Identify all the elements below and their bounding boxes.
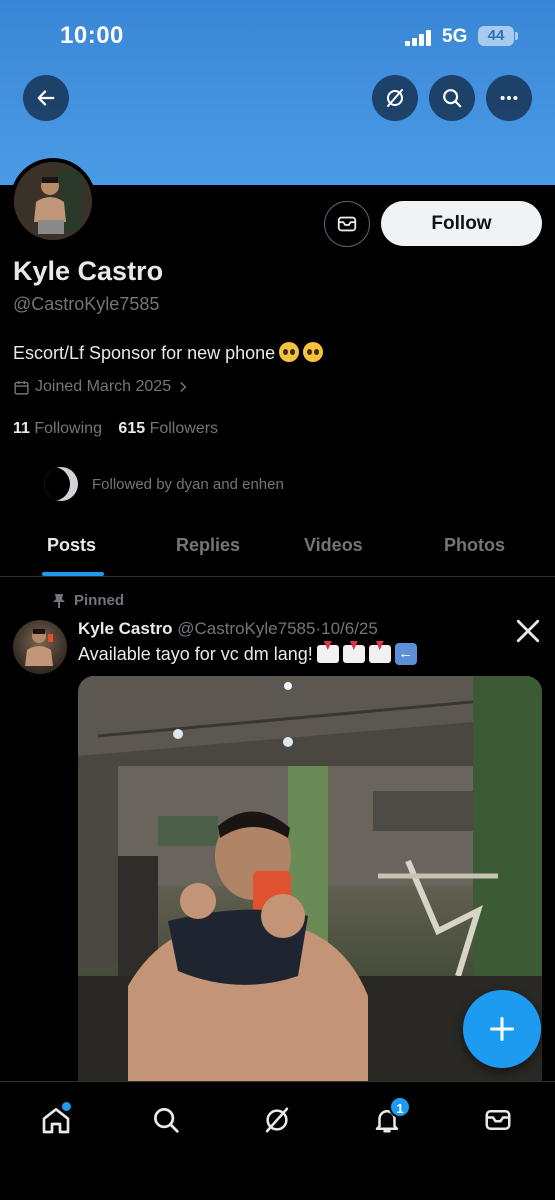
post-author-name[interactable]: Kyle Castro bbox=[78, 619, 172, 638]
more-horizontal-icon bbox=[500, 95, 518, 101]
notification-badge: 1 bbox=[389, 1096, 411, 1118]
profile-handle: @CastroKyle7585 bbox=[13, 294, 160, 314]
more-button[interactable] bbox=[486, 75, 532, 121]
pleading-face-emoji-icon bbox=[303, 342, 324, 362]
pin-icon bbox=[53, 593, 65, 608]
chevron-right-icon bbox=[180, 382, 187, 392]
mail-icon bbox=[485, 1110, 511, 1130]
incoming-envelope-emoji-icon bbox=[368, 645, 391, 663]
followed-by[interactable]: Followed by dyan and enhen bbox=[44, 464, 284, 504]
calendar-icon bbox=[14, 380, 29, 395]
battery-cap bbox=[515, 32, 518, 40]
post-body: Available tayo for vc dm lang! bbox=[78, 643, 313, 664]
arrow-left-icon bbox=[37, 90, 55, 106]
pinned-text: Pinned bbox=[74, 592, 125, 609]
status-time: 10:00 bbox=[60, 22, 124, 49]
battery-icon: 44 bbox=[478, 26, 514, 46]
followers-label: Followers bbox=[149, 420, 219, 437]
post-avatar-photo bbox=[25, 629, 53, 666]
followers-link[interactable]: 615 Followers bbox=[118, 420, 218, 437]
message-button[interactable] bbox=[324, 201, 370, 247]
profile-tabs: Posts Replies Videos Photos bbox=[0, 522, 555, 577]
profile-bio: Escort/Lf Sponsor for new phone bbox=[13, 342, 324, 364]
nav-notifications[interactable]: 1 bbox=[367, 1096, 411, 1140]
grok-button[interactable] bbox=[372, 75, 418, 121]
post-avatar[interactable] bbox=[13, 620, 67, 674]
post-text: Available tayo for vc dm lang! ← bbox=[78, 643, 417, 665]
tab-posts[interactable]: Posts bbox=[47, 535, 96, 556]
followers-count: 615 bbox=[118, 420, 146, 437]
status-bar: 10:00 5G 44 bbox=[0, 0, 555, 75]
post-header: Kyle Castro @CastroKyle7585·10/6/25 bbox=[78, 619, 378, 639]
pinned-label: Pinned bbox=[52, 592, 124, 609]
nav-messages[interactable] bbox=[478, 1100, 518, 1140]
following-label: Following bbox=[34, 420, 102, 437]
profile-avatar[interactable] bbox=[10, 158, 96, 244]
incoming-envelope-emoji-icon bbox=[316, 645, 339, 663]
follow-counts: 11 Following 615 Followers bbox=[13, 420, 218, 438]
nav-home[interactable] bbox=[36, 1100, 76, 1140]
following-count: 11 bbox=[13, 420, 30, 437]
tab-videos[interactable]: Videos bbox=[304, 535, 363, 556]
nav-search[interactable] bbox=[146, 1100, 186, 1140]
following-link[interactable]: 11 Following bbox=[13, 420, 102, 437]
search-button[interactable] bbox=[429, 75, 475, 121]
plus-icon bbox=[489, 1016, 515, 1042]
profile-name: Kyle Castro bbox=[13, 256, 164, 286]
nav-grok[interactable] bbox=[257, 1100, 297, 1140]
pleading-face-emoji-icon bbox=[279, 342, 300, 362]
active-tab-indicator bbox=[42, 572, 104, 576]
bottom-navigation: 1 bbox=[0, 1081, 555, 1200]
signal-icon bbox=[405, 30, 433, 46]
network-label: 5G bbox=[442, 26, 468, 47]
post-author-handle[interactable]: @CastroKyle7585 bbox=[177, 619, 315, 638]
left-arrow-emoji-icon: ← bbox=[394, 643, 417, 665]
compose-post-button[interactable] bbox=[463, 990, 541, 1068]
bio-text: Escort/Lf Sponsor for new phone bbox=[13, 343, 276, 363]
joined-date[interactable]: Joined March 2025 bbox=[13, 378, 190, 396]
tab-photos[interactable]: Photos bbox=[444, 535, 505, 556]
avatar-photo bbox=[14, 162, 92, 240]
grok-icon bbox=[265, 1107, 289, 1133]
joined-text: Joined March 2025 bbox=[35, 378, 172, 395]
grok-icon bbox=[387, 89, 403, 107]
home-unread-dot bbox=[62, 1102, 71, 1111]
followed-by-text: Followed by dyan and enhen bbox=[92, 475, 284, 493]
search-icon bbox=[443, 89, 462, 108]
x-logo-icon bbox=[515, 618, 541, 651]
tab-replies[interactable]: Replies bbox=[176, 535, 240, 556]
incoming-envelope-emoji-icon bbox=[342, 645, 365, 663]
follower-avatar bbox=[44, 467, 78, 501]
post-date[interactable]: 10/6/25 bbox=[321, 619, 378, 638]
back-button[interactable] bbox=[23, 75, 69, 121]
search-icon bbox=[154, 1108, 179, 1133]
follow-button[interactable]: Follow bbox=[381, 201, 542, 246]
mail-icon bbox=[337, 216, 357, 232]
